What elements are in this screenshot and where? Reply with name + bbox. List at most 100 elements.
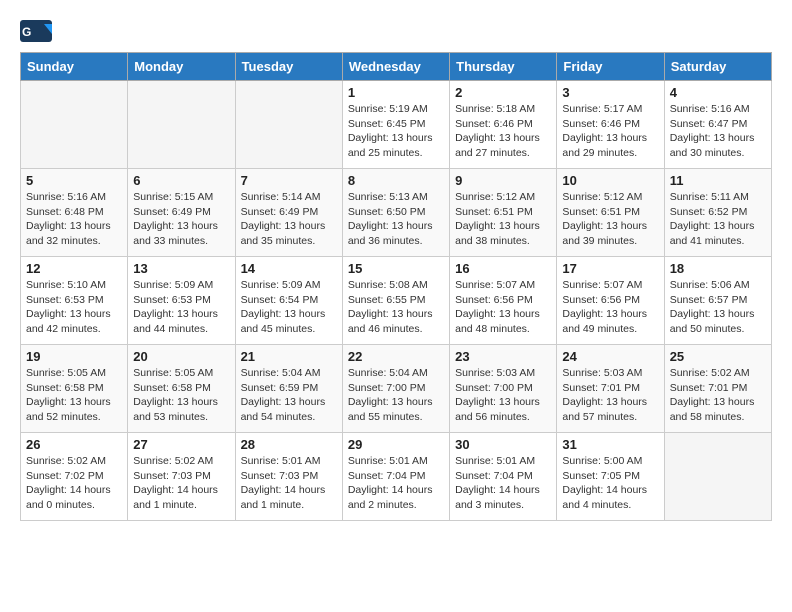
day-info: Sunrise: 5:13 AM Sunset: 6:50 PM Dayligh… xyxy=(348,190,444,249)
calendar-week-row: 5 Sunrise: 5:16 AM Sunset: 6:48 PM Dayli… xyxy=(21,169,772,257)
day-number: 20 xyxy=(133,349,229,364)
weekday-header-thursday: Thursday xyxy=(450,53,557,81)
calendar-cell: 18 Sunrise: 5:06 AM Sunset: 6:57 PM Dayl… xyxy=(664,257,771,345)
day-info: Sunrise: 5:01 AM Sunset: 7:04 PM Dayligh… xyxy=(348,454,444,513)
day-info: Sunrise: 5:09 AM Sunset: 6:54 PM Dayligh… xyxy=(241,278,337,337)
day-number: 12 xyxy=(26,261,122,276)
day-number: 5 xyxy=(26,173,122,188)
day-number: 28 xyxy=(241,437,337,452)
day-number: 22 xyxy=(348,349,444,364)
calendar-header-row: SundayMondayTuesdayWednesdayThursdayFrid… xyxy=(21,53,772,81)
calendar-cell: 16 Sunrise: 5:07 AM Sunset: 6:56 PM Dayl… xyxy=(450,257,557,345)
weekday-header-tuesday: Tuesday xyxy=(235,53,342,81)
day-number: 1 xyxy=(348,85,444,100)
calendar-cell: 11 Sunrise: 5:11 AM Sunset: 6:52 PM Dayl… xyxy=(664,169,771,257)
calendar-cell: 28 Sunrise: 5:01 AM Sunset: 7:03 PM Dayl… xyxy=(235,433,342,521)
day-info: Sunrise: 5:03 AM Sunset: 7:00 PM Dayligh… xyxy=(455,366,551,425)
calendar-cell xyxy=(21,81,128,169)
logo: G xyxy=(20,20,56,42)
calendar-cell: 20 Sunrise: 5:05 AM Sunset: 6:58 PM Dayl… xyxy=(128,345,235,433)
day-info: Sunrise: 5:07 AM Sunset: 6:56 PM Dayligh… xyxy=(562,278,658,337)
calendar-cell: 29 Sunrise: 5:01 AM Sunset: 7:04 PM Dayl… xyxy=(342,433,449,521)
page-header: G xyxy=(20,20,772,42)
weekday-header-wednesday: Wednesday xyxy=(342,53,449,81)
day-number: 27 xyxy=(133,437,229,452)
calendar-cell: 22 Sunrise: 5:04 AM Sunset: 7:00 PM Dayl… xyxy=(342,345,449,433)
day-info: Sunrise: 5:19 AM Sunset: 6:45 PM Dayligh… xyxy=(348,102,444,161)
weekday-header-saturday: Saturday xyxy=(664,53,771,81)
calendar-cell: 5 Sunrise: 5:16 AM Sunset: 6:48 PM Dayli… xyxy=(21,169,128,257)
day-number: 15 xyxy=(348,261,444,276)
calendar-cell: 19 Sunrise: 5:05 AM Sunset: 6:58 PM Dayl… xyxy=(21,345,128,433)
day-number: 9 xyxy=(455,173,551,188)
day-number: 7 xyxy=(241,173,337,188)
day-number: 23 xyxy=(455,349,551,364)
logo-icon: G xyxy=(20,20,52,42)
day-number: 21 xyxy=(241,349,337,364)
day-info: Sunrise: 5:05 AM Sunset: 6:58 PM Dayligh… xyxy=(133,366,229,425)
day-number: 26 xyxy=(26,437,122,452)
calendar-cell: 7 Sunrise: 5:14 AM Sunset: 6:49 PM Dayli… xyxy=(235,169,342,257)
weekday-header-friday: Friday xyxy=(557,53,664,81)
day-number: 4 xyxy=(670,85,766,100)
calendar-cell: 14 Sunrise: 5:09 AM Sunset: 6:54 PM Dayl… xyxy=(235,257,342,345)
day-info: Sunrise: 5:03 AM Sunset: 7:01 PM Dayligh… xyxy=(562,366,658,425)
calendar-cell: 3 Sunrise: 5:17 AM Sunset: 6:46 PM Dayli… xyxy=(557,81,664,169)
calendar-cell: 15 Sunrise: 5:08 AM Sunset: 6:55 PM Dayl… xyxy=(342,257,449,345)
day-info: Sunrise: 5:17 AM Sunset: 6:46 PM Dayligh… xyxy=(562,102,658,161)
calendar-cell: 13 Sunrise: 5:09 AM Sunset: 6:53 PM Dayl… xyxy=(128,257,235,345)
day-info: Sunrise: 5:02 AM Sunset: 7:01 PM Dayligh… xyxy=(670,366,766,425)
day-info: Sunrise: 5:07 AM Sunset: 6:56 PM Dayligh… xyxy=(455,278,551,337)
calendar-cell: 25 Sunrise: 5:02 AM Sunset: 7:01 PM Dayl… xyxy=(664,345,771,433)
day-info: Sunrise: 5:16 AM Sunset: 6:48 PM Dayligh… xyxy=(26,190,122,249)
day-info: Sunrise: 5:01 AM Sunset: 7:03 PM Dayligh… xyxy=(241,454,337,513)
calendar-cell: 12 Sunrise: 5:10 AM Sunset: 6:53 PM Dayl… xyxy=(21,257,128,345)
calendar-cell: 6 Sunrise: 5:15 AM Sunset: 6:49 PM Dayli… xyxy=(128,169,235,257)
calendar-cell: 30 Sunrise: 5:01 AM Sunset: 7:04 PM Dayl… xyxy=(450,433,557,521)
day-info: Sunrise: 5:02 AM Sunset: 7:03 PM Dayligh… xyxy=(133,454,229,513)
svg-text:G: G xyxy=(22,25,31,39)
day-number: 8 xyxy=(348,173,444,188)
day-number: 30 xyxy=(455,437,551,452)
calendar-table: SundayMondayTuesdayWednesdayThursdayFrid… xyxy=(20,52,772,521)
day-number: 2 xyxy=(455,85,551,100)
weekday-header-sunday: Sunday xyxy=(21,53,128,81)
day-info: Sunrise: 5:18 AM Sunset: 6:46 PM Dayligh… xyxy=(455,102,551,161)
day-info: Sunrise: 5:14 AM Sunset: 6:49 PM Dayligh… xyxy=(241,190,337,249)
calendar-cell: 9 Sunrise: 5:12 AM Sunset: 6:51 PM Dayli… xyxy=(450,169,557,257)
calendar-cell: 24 Sunrise: 5:03 AM Sunset: 7:01 PM Dayl… xyxy=(557,345,664,433)
day-info: Sunrise: 5:04 AM Sunset: 6:59 PM Dayligh… xyxy=(241,366,337,425)
calendar-cell: 21 Sunrise: 5:04 AM Sunset: 6:59 PM Dayl… xyxy=(235,345,342,433)
calendar-cell xyxy=(128,81,235,169)
day-number: 3 xyxy=(562,85,658,100)
day-info: Sunrise: 5:11 AM Sunset: 6:52 PM Dayligh… xyxy=(670,190,766,249)
calendar-week-row: 26 Sunrise: 5:02 AM Sunset: 7:02 PM Dayl… xyxy=(21,433,772,521)
calendar-cell: 27 Sunrise: 5:02 AM Sunset: 7:03 PM Dayl… xyxy=(128,433,235,521)
day-number: 16 xyxy=(455,261,551,276)
day-info: Sunrise: 5:02 AM Sunset: 7:02 PM Dayligh… xyxy=(26,454,122,513)
day-info: Sunrise: 5:12 AM Sunset: 6:51 PM Dayligh… xyxy=(562,190,658,249)
calendar-cell: 31 Sunrise: 5:00 AM Sunset: 7:05 PM Dayl… xyxy=(557,433,664,521)
day-number: 25 xyxy=(670,349,766,364)
day-number: 17 xyxy=(562,261,658,276)
day-number: 29 xyxy=(348,437,444,452)
calendar-cell: 10 Sunrise: 5:12 AM Sunset: 6:51 PM Dayl… xyxy=(557,169,664,257)
day-info: Sunrise: 5:08 AM Sunset: 6:55 PM Dayligh… xyxy=(348,278,444,337)
day-info: Sunrise: 5:12 AM Sunset: 6:51 PM Dayligh… xyxy=(455,190,551,249)
day-number: 11 xyxy=(670,173,766,188)
day-info: Sunrise: 5:06 AM Sunset: 6:57 PM Dayligh… xyxy=(670,278,766,337)
calendar-cell: 1 Sunrise: 5:19 AM Sunset: 6:45 PM Dayli… xyxy=(342,81,449,169)
day-number: 24 xyxy=(562,349,658,364)
calendar-week-row: 12 Sunrise: 5:10 AM Sunset: 6:53 PM Dayl… xyxy=(21,257,772,345)
day-info: Sunrise: 5:16 AM Sunset: 6:47 PM Dayligh… xyxy=(670,102,766,161)
calendar-cell xyxy=(664,433,771,521)
day-info: Sunrise: 5:15 AM Sunset: 6:49 PM Dayligh… xyxy=(133,190,229,249)
day-number: 6 xyxy=(133,173,229,188)
day-info: Sunrise: 5:04 AM Sunset: 7:00 PM Dayligh… xyxy=(348,366,444,425)
day-info: Sunrise: 5:01 AM Sunset: 7:04 PM Dayligh… xyxy=(455,454,551,513)
calendar-cell: 17 Sunrise: 5:07 AM Sunset: 6:56 PM Dayl… xyxy=(557,257,664,345)
day-number: 18 xyxy=(670,261,766,276)
day-number: 14 xyxy=(241,261,337,276)
calendar-cell: 23 Sunrise: 5:03 AM Sunset: 7:00 PM Dayl… xyxy=(450,345,557,433)
day-info: Sunrise: 5:05 AM Sunset: 6:58 PM Dayligh… xyxy=(26,366,122,425)
